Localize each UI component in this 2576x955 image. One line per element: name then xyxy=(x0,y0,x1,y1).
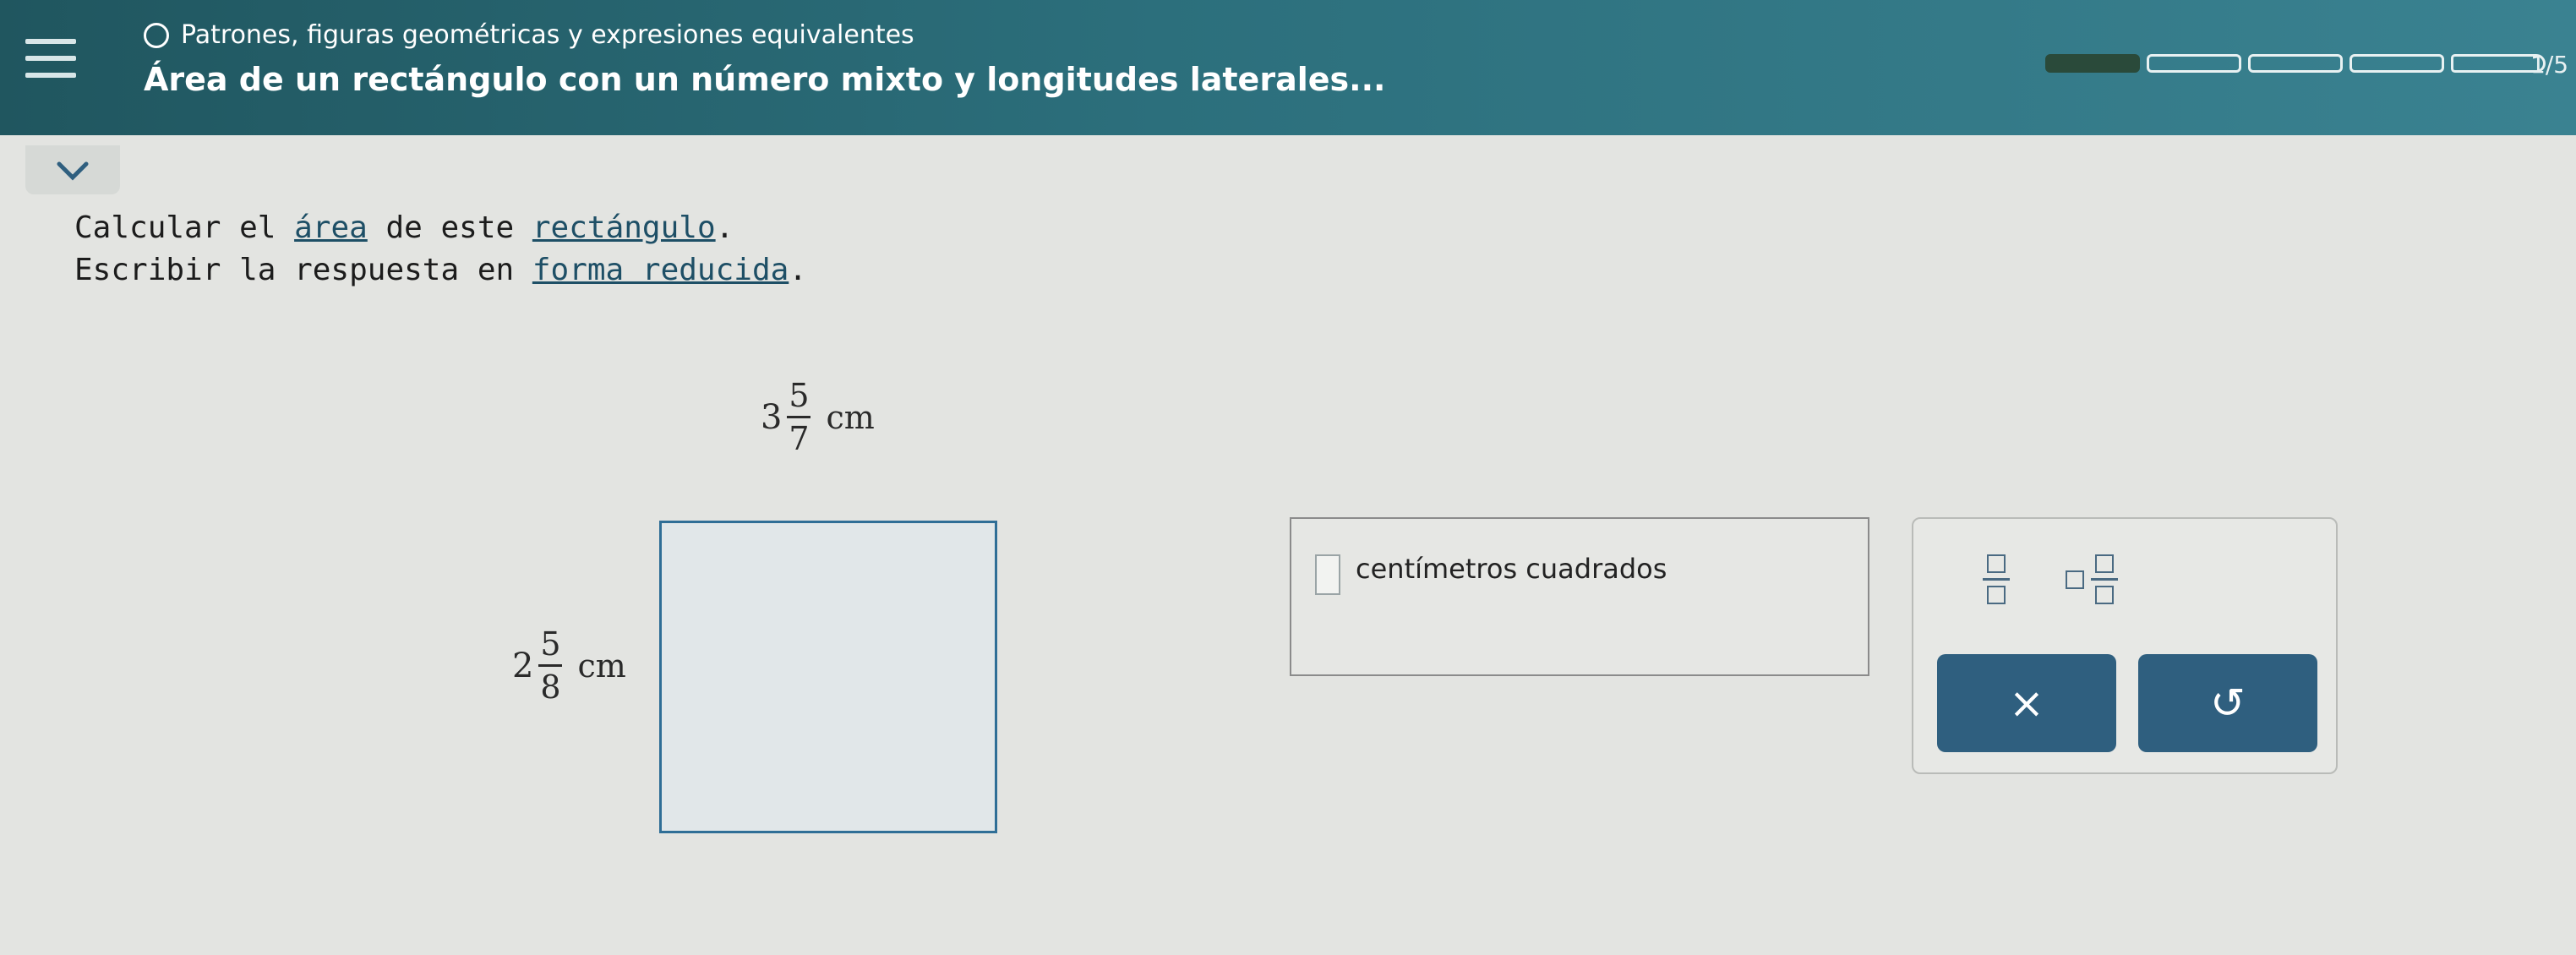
instruction-line-1: Calcular el área de este rectángulo. xyxy=(74,207,807,249)
width-fraction: 5 7 xyxy=(787,377,811,457)
topic-status-circle-icon xyxy=(144,22,169,48)
undo-icon: ↺ xyxy=(2210,679,2246,728)
height-unit: cm xyxy=(577,647,626,685)
lesson-title: Área de un rectángulo con un número mixt… xyxy=(144,61,1386,98)
width-numerator: 5 xyxy=(789,377,810,414)
answer-units-label: centímetros cuadrados xyxy=(1356,553,1667,585)
close-icon: × xyxy=(2009,679,2044,728)
width-label: 3 5 7 cm xyxy=(761,377,875,457)
hamburger-menu-icon[interactable] xyxy=(25,39,76,81)
width-unit: cm xyxy=(826,398,875,436)
mixed-number-template-icon xyxy=(2066,554,2158,604)
glossary-link-area[interactable]: área xyxy=(294,210,368,245)
top-bar: Patrones, figuras geométricas y expresio… xyxy=(0,0,2576,135)
mixed-number-key[interactable] xyxy=(2066,554,2158,622)
undo-button[interactable]: ↺ xyxy=(2138,654,2317,752)
height-numerator: 5 xyxy=(540,625,561,663)
instruction-text: de este xyxy=(367,210,532,245)
height-denominator: 8 xyxy=(540,668,561,706)
topic-label: Patrones, figuras geométricas y expresio… xyxy=(181,20,914,50)
rectangle-figure xyxy=(659,521,997,833)
fraction-template-icon xyxy=(1971,554,2022,604)
width-denominator: 7 xyxy=(789,420,810,457)
progress-segment xyxy=(2248,54,2343,73)
fraction-key[interactable] xyxy=(1971,554,2022,622)
instruction-text: Escribir la respuesta en xyxy=(74,253,532,287)
math-keypad: × ↺ xyxy=(1912,517,2338,774)
instruction-text: . xyxy=(715,210,734,245)
progress-segment xyxy=(2350,54,2444,73)
answer-input[interactable] xyxy=(1315,554,1340,595)
progress-bar xyxy=(2045,54,2546,73)
glossary-link-rectangle[interactable]: rectángulo xyxy=(532,210,716,245)
height-fraction: 5 8 xyxy=(538,625,563,706)
question-instructions: Calcular el área de este rectángulo. Esc… xyxy=(74,207,807,292)
progress-count: 1/5 xyxy=(2530,51,2569,79)
clear-button[interactable]: × xyxy=(1937,654,2116,752)
width-whole: 3 xyxy=(761,397,783,437)
answer-panel: centímetros cuadrados xyxy=(1290,517,1869,676)
progress-segment xyxy=(2045,54,2140,73)
height-whole: 2 xyxy=(512,646,534,685)
fraction-bar xyxy=(538,664,563,667)
progress-segment xyxy=(2147,54,2241,73)
glossary-link-simplest-form[interactable]: forma reducida xyxy=(532,253,789,287)
collapse-toggle[interactable] xyxy=(25,145,120,194)
instruction-text: . xyxy=(789,253,807,287)
fraction-bar xyxy=(787,416,811,418)
topic-header[interactable]: Patrones, figuras geométricas y expresio… xyxy=(144,20,914,50)
chevron-down-icon xyxy=(57,161,89,181)
instruction-text: Calcular el xyxy=(74,210,295,245)
instruction-line-2: Escribir la respuesta en forma reducida. xyxy=(74,249,807,292)
height-label: 2 5 8 cm xyxy=(512,625,626,706)
